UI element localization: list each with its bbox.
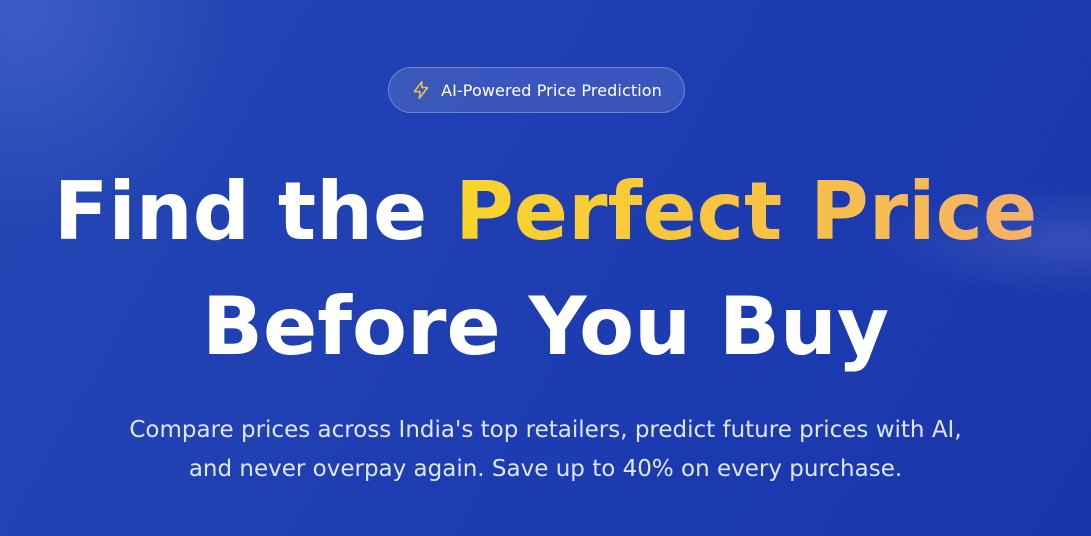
lightning-bolt-icon [411, 80, 431, 100]
ai-prediction-badge: AI-Powered Price Prediction [388, 67, 685, 113]
badge-label: AI-Powered Price Prediction [441, 80, 662, 100]
subtitle-line-1: Compare prices across India's top retail… [129, 417, 962, 443]
headline-highlight: Perfect Price [455, 165, 1038, 258]
headline-line-1: Find the Perfect Price [0, 172, 1091, 252]
headline-line-2: Before You Buy [202, 280, 889, 373]
headline-text: Find the [53, 165, 456, 258]
hero-section: AI-Powered Price Prediction Find the Per… [0, 0, 1091, 536]
subtitle-line-2: and never overpay again. Save up to 40% … [188, 456, 903, 482]
